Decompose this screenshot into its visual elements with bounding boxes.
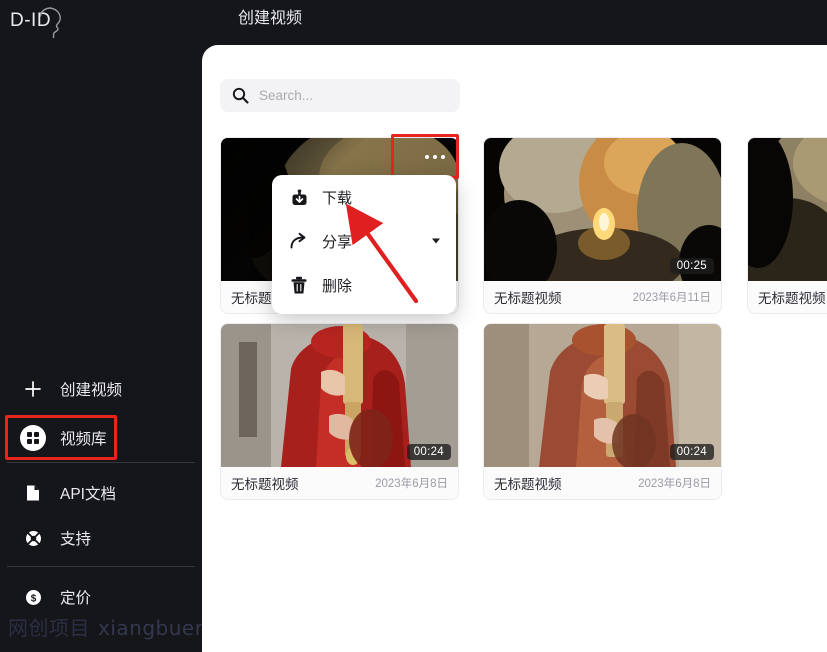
search-box[interactable] — [220, 79, 460, 112]
svg-text:$: $ — [30, 593, 36, 604]
video-duration: 00:24 — [406, 444, 451, 460]
sidebar-item-support[interactable]: 支持 — [0, 518, 202, 558]
share-arrow-icon — [288, 232, 310, 250]
app-root: D-ID 创建视频 视频库 API文档 支持 $ 定价 网创项目 xiangbu… — [0, 0, 827, 652]
sidebar-item-video-library[interactable]: 视频库 — [0, 418, 202, 458]
plus-icon — [18, 380, 48, 398]
video-title: 无标题视频 — [494, 291, 562, 306]
sidebar-item-label: 视频库 — [60, 431, 107, 448]
grid-icon — [18, 425, 48, 451]
did-logo[interactable]: D-ID — [8, 2, 68, 42]
sidebar-item-label: API文档 — [60, 486, 116, 503]
video-date: 2023年6月8日 — [638, 478, 711, 490]
main-panel: 无标题视频 — [202, 45, 827, 652]
sidebar-item-pricing[interactable]: $ 定价 — [0, 577, 202, 617]
video-card-meta: 无标题视频 — [748, 281, 827, 313]
video-date: 2023年6月11日 — [632, 292, 711, 304]
video-card-meta: 无标题视频 2023年6月11日 — [484, 281, 721, 313]
video-card[interactable]: 00:24 无标题视频 2023年6月8日 — [483, 323, 722, 500]
svg-text:D-ID: D-ID — [10, 10, 51, 31]
video-title: 无标题视频 — [231, 477, 299, 492]
video-card-meta: 无标题视频 2023年6月8日 — [484, 467, 721, 499]
menu-item-label: 分享 — [322, 233, 353, 251]
video-duration: 00:25 — [669, 258, 714, 274]
search-input[interactable] — [259, 88, 429, 103]
download-icon — [288, 188, 310, 207]
dollar-circle-icon: $ — [18, 589, 48, 606]
video-date: 2023年6月8日 — [375, 478, 448, 490]
document-icon — [18, 484, 48, 502]
menu-item-label: 下载 — [322, 189, 353, 207]
sidebar-divider-1 — [7, 462, 195, 463]
dot — [433, 155, 437, 159]
dot — [425, 155, 429, 159]
video-card[interactable]: 00:24 无标题视频 2023年6月8日 — [220, 323, 459, 500]
sidebar: D-ID 创建视频 视频库 API文档 支持 $ 定价 网创项目 xiangbu… — [0, 0, 252, 652]
sidebar-item-create-video[interactable]: 创建视频 — [0, 369, 202, 409]
search-icon — [232, 87, 249, 104]
card-options-button[interactable] — [418, 144, 452, 170]
video-thumbnail[interactable]: 00:25 — [484, 138, 721, 281]
video-thumbnail[interactable]: 00:24 — [484, 324, 721, 467]
menu-item-share[interactable]: 分享 — [272, 219, 456, 263]
card-context-menu: 下载 分享 删除 — [272, 175, 456, 314]
video-title: 无标题视频 — [758, 291, 826, 306]
menu-item-label: 删除 — [322, 277, 353, 295]
dot — [441, 155, 445, 159]
video-duration: 00:24 — [669, 444, 714, 460]
video-title: 无标题视频 — [494, 477, 562, 492]
watermark-cn: 网创项目 — [8, 616, 90, 640]
sidebar-item-api-docs[interactable]: API文档 — [0, 473, 202, 513]
page-title: 创建视频 — [238, 10, 303, 27]
sidebar-divider-2 — [7, 566, 195, 567]
video-thumbnail[interactable] — [748, 138, 827, 281]
sidebar-item-label: 支持 — [60, 531, 92, 548]
chevron-down-icon[interactable] — [432, 238, 440, 244]
sidebar-item-label: 创建视频 — [60, 382, 123, 399]
video-card[interactable]: 00:25 无标题视频 2023年6月11日 — [483, 137, 722, 314]
sidebar-item-label: 定价 — [60, 590, 92, 607]
menu-item-delete[interactable]: 删除 — [272, 263, 456, 307]
menu-item-download[interactable]: 下载 — [272, 175, 456, 219]
trash-icon — [288, 276, 310, 295]
video-card[interactable]: 无标题视频 — [747, 137, 827, 314]
video-card-meta: 无标题视频 2023年6月8日 — [221, 467, 458, 499]
video-thumbnail[interactable]: 00:24 — [221, 324, 458, 467]
lifebuoy-icon — [18, 530, 48, 547]
